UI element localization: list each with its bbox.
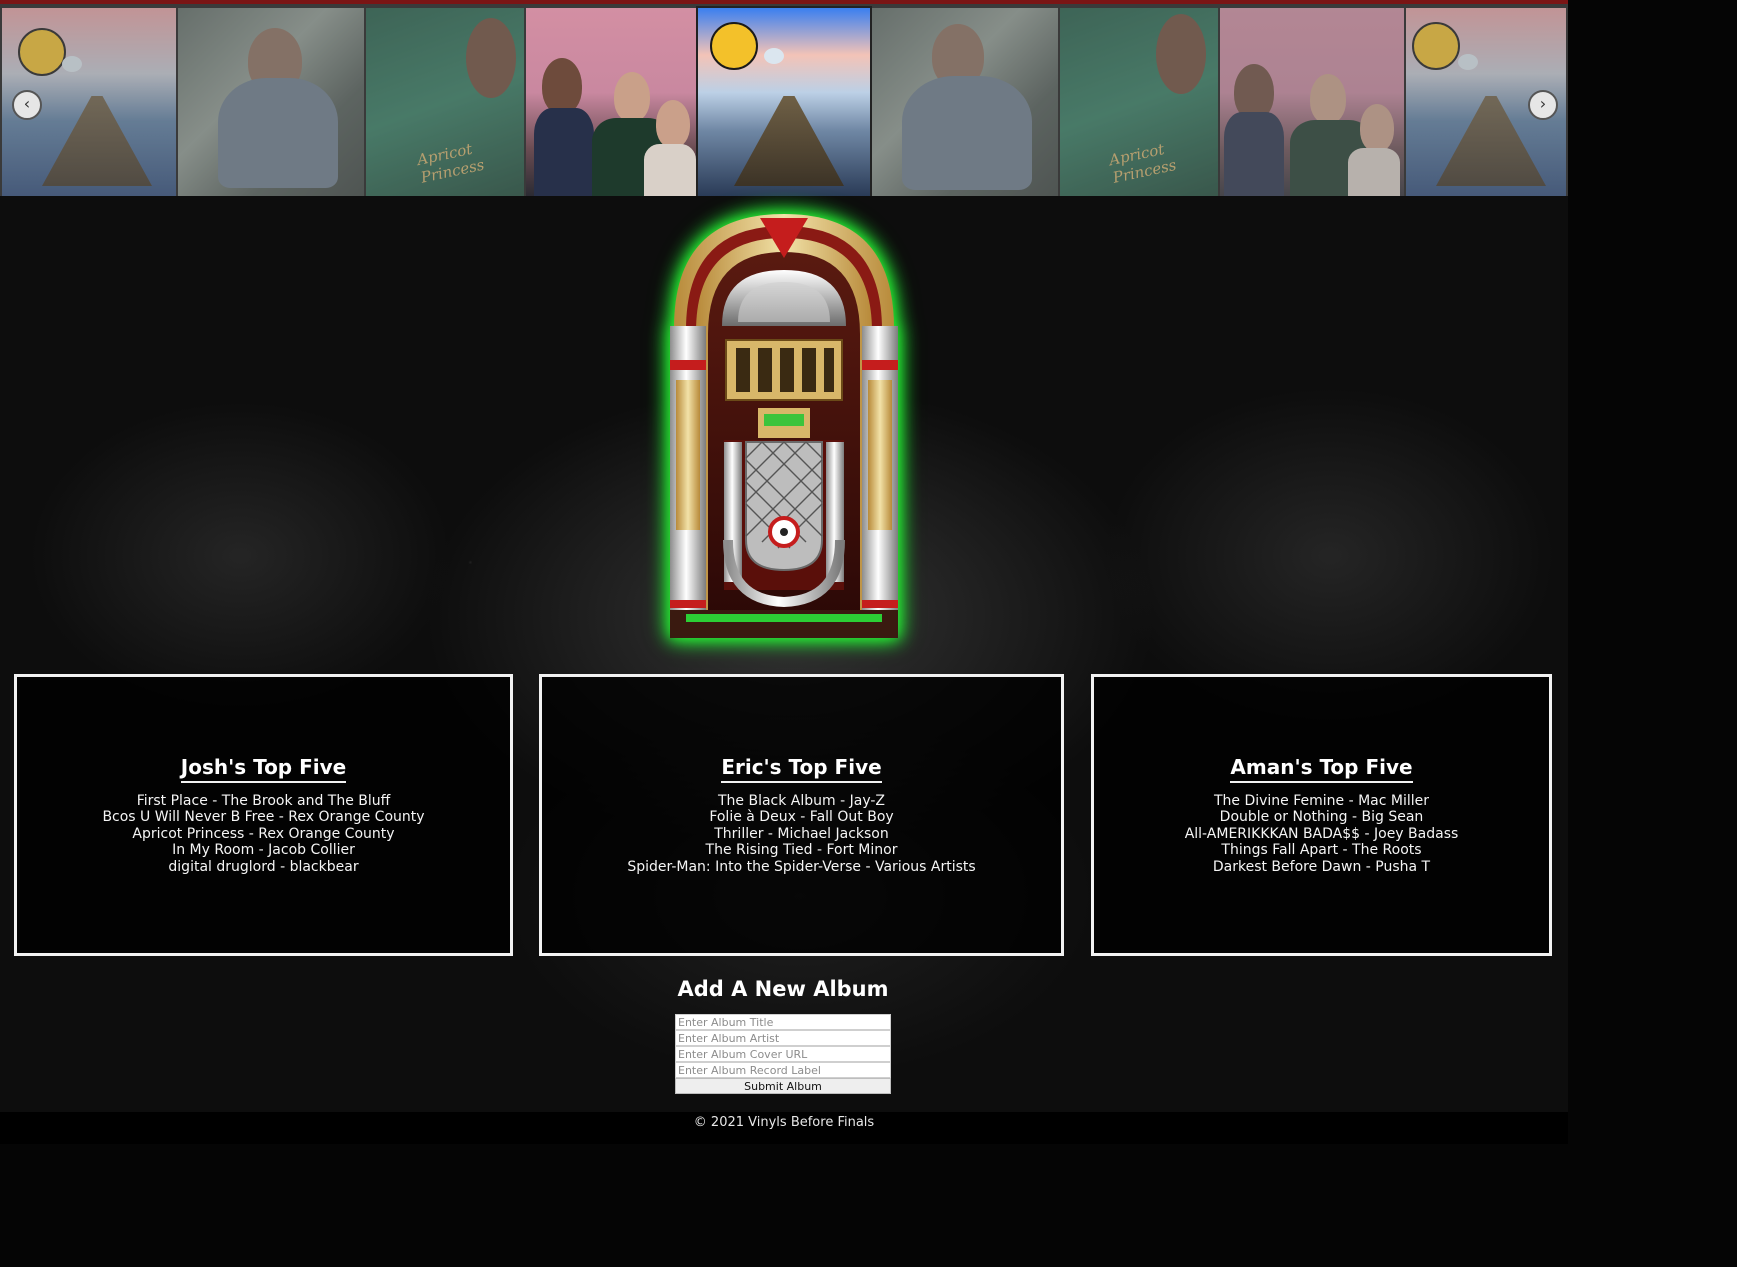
list-item: Bcos U Will Never B Free - Rex Orange Co… [102, 809, 425, 826]
top-five-card-josh: Josh's Top Five First Place - The Brook … [14, 674, 513, 956]
carousel-slide[interactable] [178, 8, 364, 196]
form-heading: Add A New Album [677, 977, 889, 1001]
carousel-slide[interactable] [1220, 8, 1404, 196]
card-title: Josh's Top Five [180, 755, 347, 783]
album-cover-url-input[interactable] [675, 1046, 891, 1062]
list-item: Darkest Before Dawn - Pusha T [1212, 858, 1431, 875]
album-carousel[interactable]: Apricot Princess Apricot Princess ‹ › [0, 0, 1568, 196]
album-list: First Place - The Brook and The Bluff Bc… [102, 793, 424, 875]
list-item: Things Fall Apart - The Roots [1221, 842, 1422, 859]
list-item: All-AMERIKKKAN BADA$$ - Joey Badass [1184, 825, 1459, 842]
pier-image [734, 96, 844, 186]
list-item: digital druglord - blackbear [168, 858, 359, 875]
carousel-slide[interactable]: Apricot Princess [1060, 8, 1218, 196]
chevron-left-icon: ‹ [23, 94, 31, 113]
album-list: The Divine Femine - Mac Miller Double or… [1185, 793, 1459, 875]
list-item: Double or Nothing - Big Sean [1219, 809, 1424, 826]
list-item: Spider-Man: Into the Spider-Verse - Vari… [627, 858, 976, 875]
list-item: In My Room - Jacob Collier [172, 842, 355, 859]
chevron-right-icon: › [1539, 94, 1547, 113]
submit-album-button[interactable]: Submit Album [675, 1078, 891, 1094]
list-item: Folie à Deux - Fall Out Boy [709, 809, 894, 826]
list-item: The Rising Tied - Fort Minor [705, 842, 898, 859]
list-item: Apricot Princess - Rex Orange County [132, 825, 395, 842]
carousel-slide[interactable] [526, 8, 696, 196]
carousel-slide-active[interactable] [696, 6, 872, 196]
album-title-input[interactable] [675, 1014, 891, 1030]
card-title: Eric's Top Five [721, 755, 882, 783]
carousel-slide[interactable] [872, 8, 1058, 196]
list-item: First Place - The Brook and The Bluff [136, 793, 391, 809]
album-artist-input[interactable] [675, 1030, 891, 1046]
album-sticker [710, 22, 758, 70]
water-tower [764, 48, 784, 64]
jukebox-illustration [670, 214, 898, 638]
album-list: The Black Album - Jay-Z Folie à Deux - F… [627, 793, 975, 875]
copyright-text: © 2021 Vinyls Before Finals [693, 1115, 875, 1130]
album-record-label-input[interactable] [675, 1062, 891, 1078]
add-album-form: Add A New Album Submit Album [600, 974, 966, 1094]
list-item: Thriller - Michael Jackson [714, 825, 889, 842]
top-five-card-aman: Aman's Top Five The Divine Femine - Mac … [1091, 674, 1552, 956]
carousel-next-button[interactable]: › [1528, 90, 1558, 120]
list-item: The Divine Femine - Mac Miller [1213, 793, 1430, 809]
list-item: The Black Album - Jay-Z [717, 793, 886, 809]
carousel-slide[interactable]: Apricot Princess [366, 8, 524, 196]
top-five-card-eric: Eric's Top Five The Black Album - Jay-Z … [539, 674, 1064, 956]
footer: © 2021 Vinyls Before Finals [0, 1112, 1568, 1144]
carousel-prev-button[interactable]: ‹ [12, 90, 42, 120]
card-title: Aman's Top Five [1230, 755, 1413, 783]
